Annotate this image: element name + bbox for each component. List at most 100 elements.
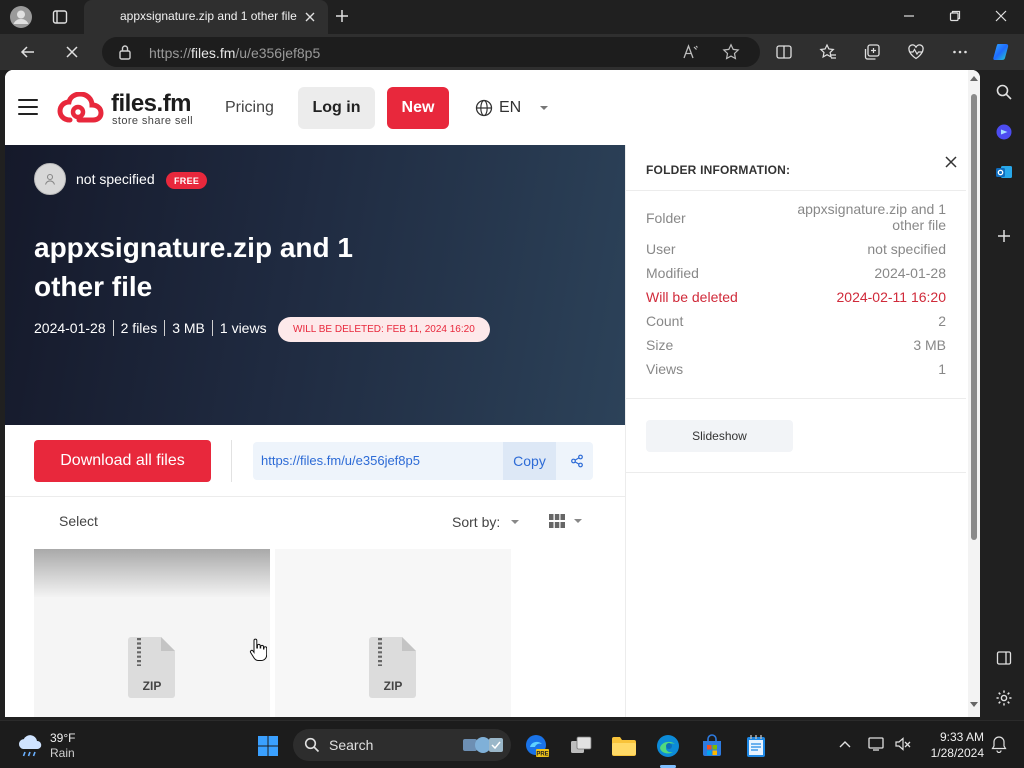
sidebar-panel-icon[interactable] (991, 645, 1017, 671)
system-clock[interactable]: 9:33 AM 1/28/2024 (920, 729, 984, 761)
chevron-down-icon (573, 518, 583, 524)
hand-cursor-icon (249, 638, 267, 662)
search-label: Search (329, 737, 374, 753)
outlook-icon[interactable] (991, 159, 1017, 185)
file-explorer-icon[interactable] (607, 729, 641, 763)
tab-active[interactable]: appxsignature.zip and 1 other file (84, 0, 328, 34)
chevron-down-icon (539, 105, 549, 111)
loading-icon[interactable] (58, 38, 86, 66)
task-view-icon[interactable] (564, 729, 598, 763)
menu-icon[interactable] (18, 99, 38, 115)
page-title: appxsignature.zip and 1 other file (34, 232, 353, 302)
panel-title: FOLDER INFORMATION: (646, 163, 791, 177)
lock-icon[interactable] (118, 44, 132, 60)
weather-widget[interactable]: 39°F Rain (16, 729, 75, 763)
nav-pricing-link[interactable]: Pricing (225, 99, 274, 117)
address-url: https://files.fm/u/e356jef8p5 (149, 45, 321, 61)
scrollbar-thumb[interactable] (971, 94, 977, 540)
site-header: files.fm store share sell Pricing Log in… (5, 70, 965, 145)
network-icon[interactable] (866, 733, 888, 755)
share-icon[interactable] (561, 442, 593, 480)
windows-taskbar: 39°F Rain Search PRE 9:33 AM 1/28/2024 (0, 720, 1024, 768)
edge-browser-icon[interactable] (651, 729, 685, 763)
edge-sidebar (984, 70, 1024, 720)
restore-icon[interactable] (932, 0, 978, 32)
volume-muted-icon[interactable] (892, 733, 914, 755)
minimize-icon[interactable] (886, 0, 932, 32)
close-icon[interactable] (300, 7, 320, 27)
health-icon[interactable] (902, 38, 930, 66)
rain-cloud-icon (16, 733, 44, 759)
profile-icon[interactable] (8, 4, 34, 30)
stat-files: 2 files (120, 320, 158, 336)
edge-beta-icon[interactable]: PRE (520, 729, 554, 763)
tab-actions-icon[interactable] (47, 4, 73, 30)
read-aloud-icon[interactable] (682, 43, 700, 61)
avatar[interactable] (34, 163, 66, 195)
start-icon[interactable] (251, 729, 285, 763)
search-icon (304, 737, 320, 753)
folder-info-panel: FOLDER INFORMATION: Folder appxsignature… (625, 145, 966, 717)
card-hover-overlay (34, 549, 270, 597)
owner-name[interactable]: not specified (76, 171, 155, 187)
action-bar: Download all files https://files.fm/u/e3… (5, 425, 625, 497)
plan-badge: FREE (166, 172, 208, 189)
sort-label: Sort by: (452, 514, 501, 530)
weather-condition: Rain (50, 746, 75, 760)
login-button[interactable]: Log in (298, 87, 375, 129)
logo-tagline: store share sell (112, 115, 193, 127)
chevron-down-icon (510, 519, 520, 525)
select-toggle[interactable]: Select (59, 513, 98, 529)
zip-file-icon: ZIP (127, 635, 177, 699)
notepad-icon[interactable] (739, 729, 773, 763)
store-icon[interactable] (695, 729, 729, 763)
favorite-icon[interactable] (722, 43, 740, 61)
deletion-notice-badge: WILL BE DELETED: FEB 11, 2024 16:20 (278, 317, 490, 342)
weather-temp: 39°F (50, 731, 76, 745)
share-url-field[interactable]: https://files.fm/u/e356jef8p5 (261, 453, 420, 468)
split-screen-icon[interactable] (770, 38, 798, 66)
address-bar[interactable]: https://files.fm/u/e356jef8p5 (102, 37, 760, 67)
copilot-sidebar-icon[interactable] (991, 119, 1017, 145)
language-label: EN (499, 99, 522, 116)
copilot-icon[interactable] (988, 38, 1016, 66)
new-button[interactable]: New (387, 87, 449, 129)
add-icon[interactable] (991, 223, 1017, 249)
search-highlight-icon (461, 733, 505, 757)
back-icon[interactable] (14, 38, 42, 66)
download-all-button[interactable]: Download all files (34, 440, 211, 482)
view-mode-toggle[interactable] (549, 514, 583, 528)
logo-text: files.fm (111, 90, 192, 117)
favorites-icon[interactable] (814, 38, 842, 66)
browser-toolbar: https://files.fm/u/e356jef8p5 (0, 34, 1024, 70)
language-selector[interactable]: EN (475, 98, 549, 118)
slideshow-button[interactable]: Slideshow (646, 420, 793, 452)
new-tab-icon[interactable] (330, 4, 354, 28)
browser-tab-bar: appxsignature.zip and 1 other file (0, 0, 1024, 34)
folder-stats: 2024-01-28 2 files 3 MB 1 views (34, 320, 267, 336)
close-icon[interactable] (942, 153, 960, 171)
file-type-label: ZIP (142, 679, 162, 693)
chevron-up-icon[interactable] (834, 733, 856, 755)
divider (231, 440, 232, 482)
clock-date: 1/28/2024 (930, 746, 984, 760)
search-icon[interactable] (991, 79, 1017, 105)
zip-file-icon: ZIP (368, 635, 418, 699)
collections-icon[interactable] (858, 38, 886, 66)
file-card[interactable]: ZIP (275, 549, 511, 717)
copy-button[interactable]: Copy (503, 442, 556, 480)
window-close-icon[interactable] (978, 0, 1024, 32)
stat-views: 1 views (219, 320, 267, 336)
sort-dropdown[interactable]: Sort by: (452, 514, 520, 530)
more-icon[interactable] (946, 38, 974, 66)
site-logo[interactable]: files.fm store share sell (57, 90, 207, 130)
stat-size: 3 MB (172, 320, 205, 336)
notification-icon[interactable] (988, 733, 1010, 755)
stat-date: 2024-01-28 (34, 320, 106, 336)
page-scrollbar[interactable] (968, 70, 980, 717)
taskbar-search[interactable]: Search (293, 729, 511, 761)
settings-icon[interactable] (991, 685, 1017, 711)
tab-title: appxsignature.zip and 1 other file (120, 9, 297, 23)
share-link-box: https://files.fm/u/e356jef8p5 Copy (253, 442, 593, 480)
file-card[interactable]: ZIP (34, 549, 270, 717)
